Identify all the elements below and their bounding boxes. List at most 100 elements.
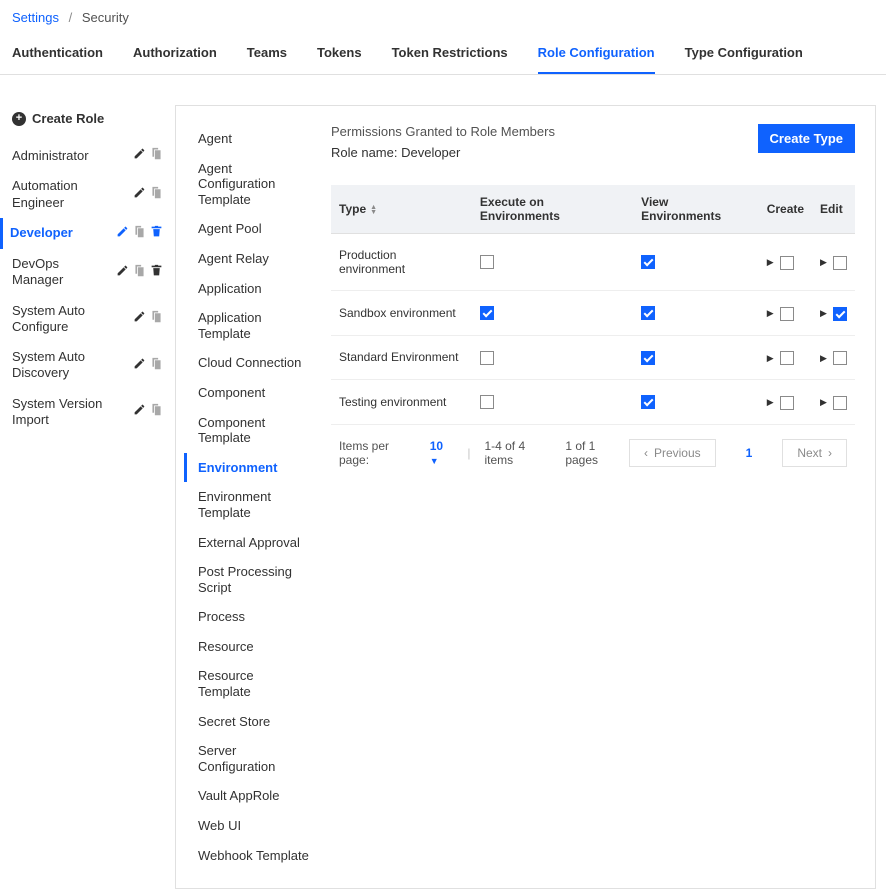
checkbox[interactable] <box>780 396 794 410</box>
edit-icon[interactable] <box>133 310 146 327</box>
items-range: 1-4 of 4 items <box>484 439 551 467</box>
delete-icon[interactable] <box>150 264 163 281</box>
table-row: Sandbox environment ▶ ▶ <box>331 291 855 336</box>
copy-icon[interactable] <box>150 403 163 420</box>
permissions-table: Type▲▼Execute on EnvironmentsView Enviro… <box>331 185 855 425</box>
column-create[interactable]: Create <box>759 185 812 234</box>
permissions-heading: Permissions Granted to Role Members <box>331 124 555 139</box>
tab-teams[interactable]: Teams <box>247 35 287 74</box>
type-item-agent-pool[interactable]: Agent Pool <box>194 214 313 244</box>
type-item-component[interactable]: Component <box>194 378 313 408</box>
column-view-environments[interactable]: View Environments <box>633 185 759 234</box>
checkbox[interactable] <box>780 256 794 270</box>
checkbox[interactable] <box>833 351 847 365</box>
type-item-external-approval[interactable]: External Approval <box>194 528 313 558</box>
expand-icon[interactable]: ▶ <box>767 397 774 408</box>
type-cell: Sandbox environment <box>331 291 472 336</box>
checkbox[interactable] <box>480 351 494 365</box>
checkbox[interactable] <box>641 306 655 320</box>
role-item-automation-engineer[interactable]: Automation Engineer <box>10 171 165 218</box>
type-item-component-template[interactable]: Component Template <box>194 408 313 453</box>
tab-tokens[interactable]: Tokens <box>317 35 362 74</box>
items-per-page-select[interactable]: 10 ▼ <box>430 439 454 467</box>
column-edit[interactable]: Edit <box>812 185 855 234</box>
checkbox[interactable] <box>833 256 847 270</box>
create-type-button[interactable]: Create Type <box>758 124 855 153</box>
edit-icon[interactable] <box>116 225 129 242</box>
expand-icon[interactable]: ▶ <box>820 308 827 319</box>
type-item-server-configuration[interactable]: Server Configuration <box>194 736 313 781</box>
checkbox[interactable] <box>641 395 655 409</box>
type-item-cloud-connection[interactable]: Cloud Connection <box>194 348 313 378</box>
breadcrumb: Settings / Security <box>0 0 886 35</box>
edit-icon[interactable] <box>133 186 146 203</box>
sort-icon: ▲▼ <box>370 205 377 215</box>
next-page-button[interactable]: Next › <box>782 439 847 467</box>
copy-icon[interactable] <box>150 310 163 327</box>
checkbox[interactable] <box>780 307 794 321</box>
tab-authorization[interactable]: Authorization <box>133 35 217 74</box>
expand-icon[interactable]: ▶ <box>767 308 774 319</box>
type-item-agent[interactable]: Agent <box>194 124 313 154</box>
checkbox[interactable] <box>833 307 847 321</box>
expand-icon[interactable]: ▶ <box>820 397 827 408</box>
type-item-environment-template[interactable]: Environment Template <box>194 482 313 527</box>
caret-down-icon: ▼ <box>430 456 439 466</box>
edit-icon[interactable] <box>133 403 146 420</box>
checkbox[interactable] <box>833 396 847 410</box>
checkbox[interactable] <box>480 395 494 409</box>
role-item-system-version-import[interactable]: System Version Import <box>10 389 165 436</box>
tab-authentication[interactable]: Authentication <box>12 35 103 74</box>
table-row: Production environment▶▶ <box>331 234 855 291</box>
checkbox[interactable] <box>480 306 494 320</box>
type-item-environment[interactable]: Environment <box>184 453 313 483</box>
type-item-application[interactable]: Application <box>194 274 313 304</box>
type-item-agent-configuration-template[interactable]: Agent Configuration Template <box>194 154 313 215</box>
delete-icon[interactable] <box>150 225 163 242</box>
create-role-button[interactable]: + Create Role <box>10 105 165 140</box>
role-item-developer[interactable]: Developer <box>0 218 165 249</box>
expand-icon[interactable]: ▶ <box>820 257 827 268</box>
type-item-webhook-template[interactable]: Webhook Template <box>194 841 313 871</box>
column-execute-on-environments[interactable]: Execute on Environments <box>472 185 633 234</box>
copy-icon[interactable] <box>150 147 163 164</box>
expand-icon[interactable]: ▶ <box>820 353 827 364</box>
type-cell: Standard Environment <box>331 335 472 380</box>
type-item-secret-store[interactable]: Secret Store <box>194 707 313 737</box>
type-item-resource[interactable]: Resource <box>194 632 313 662</box>
pages-count: 1 of 1 pages <box>565 439 607 467</box>
copy-icon[interactable] <box>150 186 163 203</box>
edit-icon[interactable] <box>133 147 146 164</box>
type-item-process[interactable]: Process <box>194 602 313 632</box>
tab-role-configuration[interactable]: Role Configuration <box>538 35 655 74</box>
checkbox[interactable] <box>780 351 794 365</box>
chevron-left-icon: ‹ <box>644 446 648 460</box>
copy-icon[interactable] <box>133 264 146 281</box>
edit-icon[interactable] <box>133 357 146 374</box>
role-item-devops-manager[interactable]: DevOps Manager <box>10 249 165 296</box>
role-item-administrator[interactable]: Administrator <box>10 140 165 171</box>
checkbox[interactable] <box>641 351 655 365</box>
checkbox[interactable] <box>641 255 655 269</box>
type-item-application-template[interactable]: Application Template <box>194 303 313 348</box>
role-item-system-auto-configure[interactable]: System Auto Configure <box>10 296 165 343</box>
type-item-web-ui[interactable]: Web UI <box>194 811 313 841</box>
copy-icon[interactable] <box>133 225 146 242</box>
checkbox[interactable] <box>480 255 494 269</box>
table-row: Testing environment▶▶ <box>331 380 855 425</box>
type-item-resource-template[interactable]: Resource Template <box>194 661 313 706</box>
type-item-vault-approle[interactable]: Vault AppRole <box>194 781 313 811</box>
table-row: Standard Environment ▶ ▶ <box>331 335 855 380</box>
type-item-agent-relay[interactable]: Agent Relay <box>194 244 313 274</box>
type-item-post-processing-script[interactable]: Post Processing Script <box>194 557 313 602</box>
breadcrumb-settings[interactable]: Settings <box>12 10 59 25</box>
expand-icon[interactable]: ▶ <box>767 257 774 268</box>
role-item-system-auto-discovery[interactable]: System Auto Discovery <box>10 342 165 389</box>
edit-icon[interactable] <box>116 264 129 281</box>
previous-page-button[interactable]: ‹ Previous <box>629 439 716 467</box>
tab-type-configuration[interactable]: Type Configuration <box>685 35 803 74</box>
column-type[interactable]: Type▲▼ <box>331 185 472 234</box>
tab-token-restrictions[interactable]: Token Restrictions <box>392 35 508 74</box>
expand-icon[interactable]: ▶ <box>767 353 774 364</box>
copy-icon[interactable] <box>150 357 163 374</box>
